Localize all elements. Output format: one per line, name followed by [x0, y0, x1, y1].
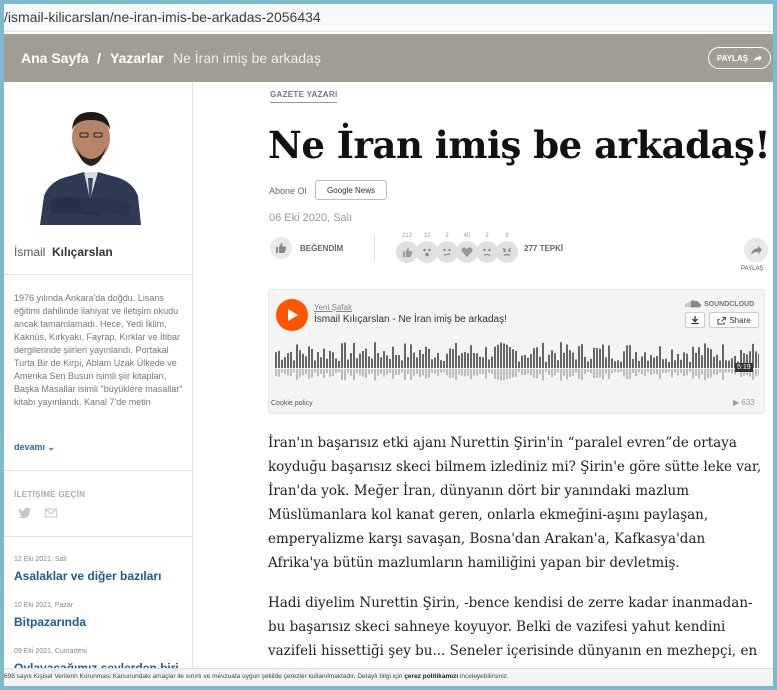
email-icon[interactable] — [44, 506, 58, 520]
browser-frame: /ismail-kilicarslan/ne-iran-imis-be-arka… — [4, 4, 773, 686]
track-title[interactable]: İsmail Kılıçarslan - Ne İran imiş be ark… — [314, 314, 507, 325]
soundcloud-player: Yeni Şafak İsmail Kılıçarslan - Ne İran … — [268, 289, 765, 414]
cookie-policy-link[interactable]: Cookie policy — [271, 400, 313, 407]
article-body: İran'ın başarısız etki ajanı Nurettin Şi… — [268, 431, 763, 686]
reaction-love[interactable]: 40 — [456, 233, 478, 263]
cookie-suffix: inceleyebilirsiniz. — [458, 673, 509, 680]
chevron-down-icon: ⌄ — [47, 442, 56, 452]
google-news-button[interactable]: Google News — [315, 180, 387, 200]
thumbs-up-icon — [396, 241, 418, 263]
reaction-total: 277 TEPKİ — [524, 244, 564, 253]
breadcrumb-section[interactable]: Yazarlar — [110, 50, 164, 66]
play-icon — [288, 309, 298, 321]
share-button-top[interactable]: PAYLAŞ — [708, 47, 771, 69]
contact-icons — [18, 506, 58, 520]
reaction-count: 2 — [485, 233, 489, 239]
soundcloud-brand-label: SOUNDCLOUD — [704, 300, 755, 308]
subscribe-label: Abone Ol — [269, 186, 307, 196]
article-date: 12 Eki 2021, Salı — [14, 556, 67, 563]
cookie-text: 698 sayılı Kişisel Verilerin Korunması K… — [4, 673, 405, 680]
article-title: Ne İran imiş be arkadaş! — [268, 123, 771, 167]
soundcloud-share-button[interactable]: Share — [709, 312, 759, 328]
top-navigation: Ana Sayfa / Yazarlar Ne İran imiş be ark… — [4, 34, 773, 82]
article-date: 10 Eki 2021, Pazar — [14, 602, 74, 609]
reaction-angry[interactable]: 8 — [496, 233, 518, 263]
reaction-count: 40 — [463, 233, 471, 239]
sad-face-icon — [476, 241, 498, 263]
author-name: İsmail Kılıçarslan — [14, 245, 113, 259]
breadcrumb-current: Ne İran imiş be arkadaş — [173, 50, 321, 66]
twitter-icon[interactable] — [18, 506, 32, 520]
heart-icon — [456, 241, 478, 263]
reaction-count: 8 — [505, 233, 509, 239]
author-bio: 1976 yılında Ankara'da doğdu. Lisans eği… — [14, 293, 183, 407]
reaction-count: 12 — [423, 233, 431, 239]
like-label: BEĞENDİM — [300, 244, 344, 253]
divider — [4, 536, 192, 537]
soundcloud-user-link[interactable]: Yeni Şafak — [314, 303, 352, 312]
author-sidebar: İsmail Kılıçarslan 1976 yılında Ankara'd… — [4, 82, 193, 686]
author-photo — [40, 100, 141, 225]
article-tag: GAZETE YAZARI — [270, 90, 338, 103]
publish-date: 06 Eki 2020, Salı — [269, 212, 353, 224]
article-main: GAZETE YAZARI Ne İran imiş be arkadaş! A… — [194, 82, 773, 686]
thumbs-up-icon — [276, 243, 287, 253]
google-news-label: Google News — [326, 185, 376, 195]
share-label: PAYLAŞ — [741, 266, 764, 272]
reaction-count: 2 — [445, 233, 449, 239]
reaction-count: 213 — [401, 233, 412, 239]
download-button[interactable] — [685, 312, 705, 328]
soundcloud-brand[interactable]: SOUNDCLOUD — [685, 300, 754, 308]
angry-face-icon — [496, 241, 518, 263]
share-icon — [753, 54, 762, 61]
reaction-sad[interactable]: 2 — [476, 233, 498, 263]
play-button[interactable] — [276, 299, 308, 331]
article-link[interactable]: Asalaklar ve diğer bazıları — [14, 569, 161, 583]
track-duration: 5:19 — [735, 363, 753, 372]
divider — [374, 235, 375, 261]
article-paragraph: İran'ın başarısız etki ajanı Nurettin Şi… — [268, 435, 762, 571]
like-button[interactable] — [270, 237, 292, 259]
reaction-like[interactable]: 213 — [396, 233, 418, 263]
confused-face-icon — [436, 241, 458, 263]
contact-heading: İLETİŞİME GEÇİN — [14, 490, 86, 499]
cookie-policy-link[interactable]: çerez politikamızı — [404, 673, 458, 680]
cookie-banner: 698 sayılı Kişisel Verilerin Korunması K… — [4, 668, 773, 686]
author-first-name: İsmail — [14, 245, 46, 259]
play-count-value: 633 — [741, 398, 755, 407]
bio-more-link[interactable]: devamı ⌄ — [14, 442, 55, 453]
reaction-confused[interactable]: 2 — [436, 233, 458, 263]
share-arrow-icon — [750, 245, 762, 255]
play-count: ▶ 633 — [733, 398, 755, 407]
download-icon — [691, 316, 699, 325]
share-label: PAYLAŞ — [716, 53, 749, 63]
address-bar[interactable]: /ismail-kilicarslan/ne-iran-imis-be-arka… — [4, 4, 773, 32]
author-last-name: Kılıçarslan — [52, 245, 113, 259]
breadcrumb-home[interactable]: Ana Sayfa — [21, 50, 89, 66]
waveform[interactable] — [275, 340, 759, 388]
url-text[interactable]: /ismail-kilicarslan/ne-iran-imis-be-arka… — [4, 9, 321, 25]
share-icon — [717, 316, 727, 325]
breadcrumb-separator: / — [97, 50, 101, 66]
soundcloud-logo-icon — [685, 300, 701, 308]
surprised-face-icon — [416, 241, 438, 263]
reaction-surprised[interactable]: 12 — [416, 233, 438, 263]
share-button-article[interactable] — [744, 238, 768, 262]
divider — [4, 470, 192, 471]
divider — [4, 274, 192, 275]
soundcloud-share-label: Share — [729, 315, 751, 325]
article-link[interactable]: Bitpazarında — [14, 615, 86, 629]
bio-more-label: devamı — [14, 442, 46, 452]
article-date: 09 Eki 2021, Cumartesi — [14, 648, 87, 655]
